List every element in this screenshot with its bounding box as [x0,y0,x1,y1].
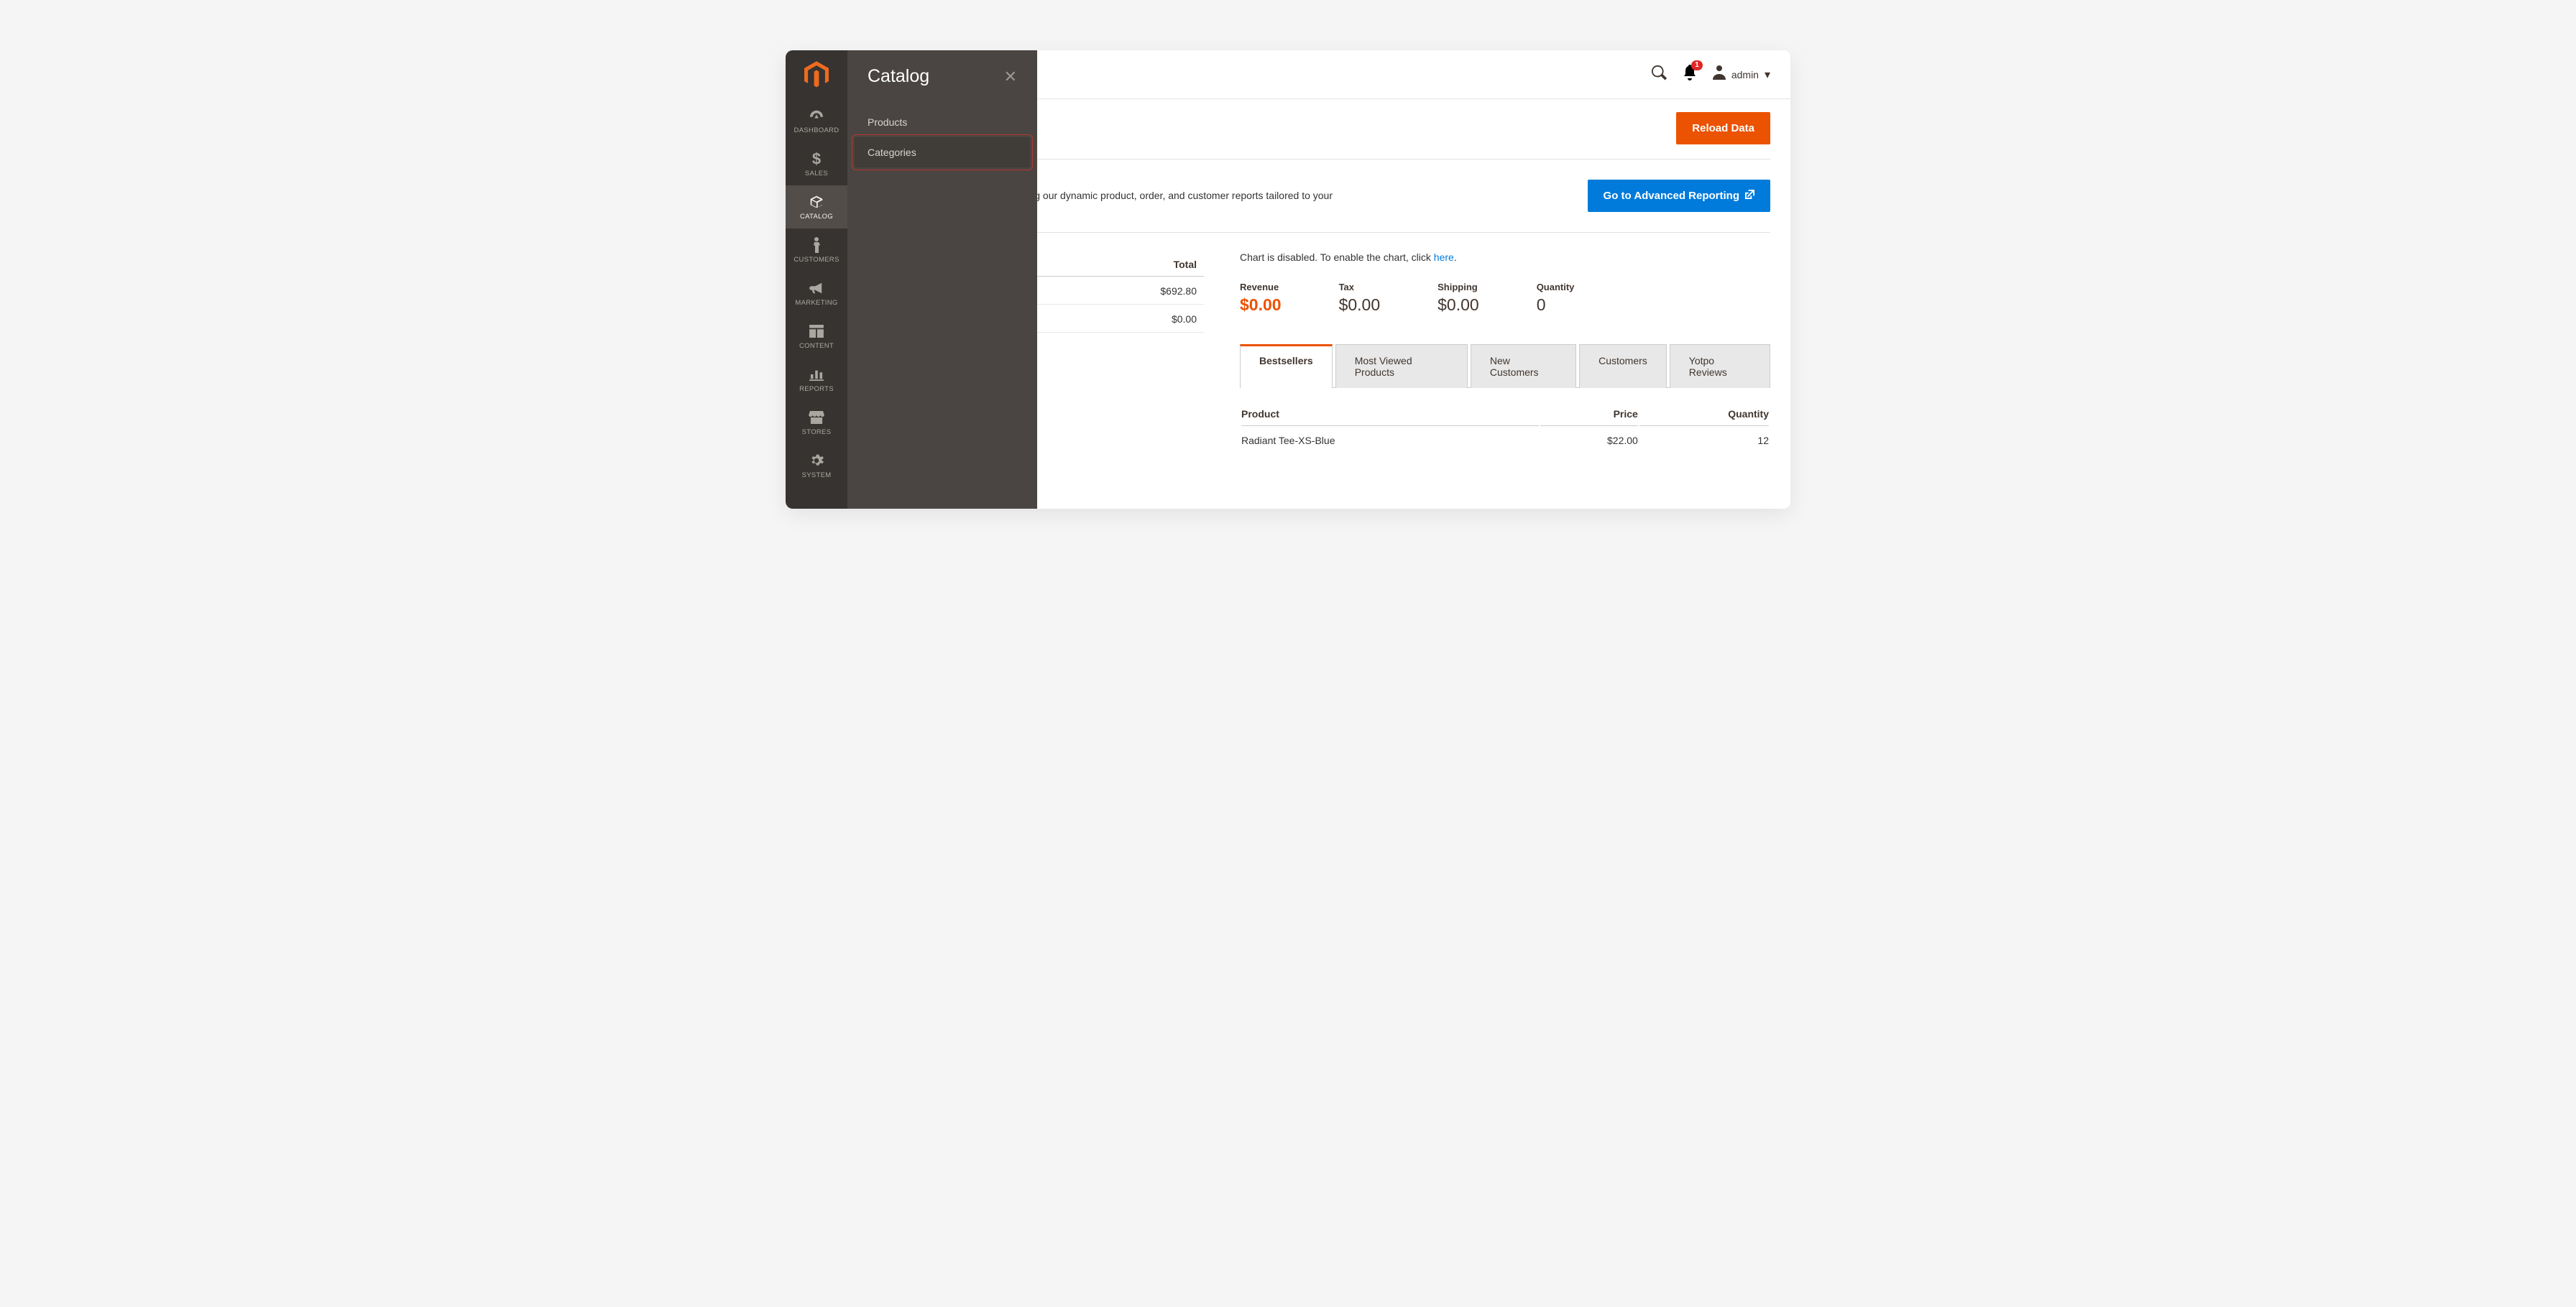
metrics-row: Revenue$0.00 Tax$0.00 Shipping$0.00 Quan… [1240,282,1770,315]
bell-icon [1683,71,1697,83]
tab-customers[interactable]: Customers [1579,344,1667,388]
nav-label: STORES [802,428,832,436]
nav-label: CUSTOMERS [794,256,839,264]
tab-new-customers[interactable]: New Customers [1471,344,1576,388]
tab-yotpo[interactable]: Yotpo Reviews [1670,344,1770,388]
magento-logo[interactable] [786,50,847,99]
layout-icon [809,323,824,339]
notifications[interactable]: 1 [1683,65,1697,84]
app-shell: DASHBOARD $ SALES CATALOG CUSTOMERS MARKE… [786,50,1790,509]
col-product: Product [1241,402,1539,426]
user-icon [1713,65,1726,83]
gauge-icon [809,108,824,124]
nav-marketing[interactable]: MARKETING [786,272,847,315]
nav-label: REPORTS [799,385,834,393]
user-menu[interactable]: admin ▾ [1713,65,1770,83]
nav-system[interactable]: SYSTEM [786,444,847,487]
metric-tax: Tax$0.00 [1339,282,1381,315]
col-price: Price [1540,402,1638,426]
gear-icon [809,453,824,468]
nav-dashboard[interactable]: DASHBOARD [786,99,847,142]
close-icon[interactable]: ✕ [1004,68,1017,86]
nav-stores[interactable]: STORES [786,401,847,444]
advanced-reporting-button[interactable]: Go to Advanced Reporting [1588,180,1770,212]
chevron-down-icon: ▾ [1765,68,1770,82]
metric-quantity: Quantity0 [1537,282,1575,315]
col-total: Total [1018,253,1204,277]
tab-most-viewed[interactable]: Most Viewed Products [1335,344,1468,388]
flyout-item-products[interactable]: Products [855,107,1030,137]
nav-content[interactable]: CONTENT [786,315,847,358]
tab-bestsellers[interactable]: Bestsellers [1240,344,1333,388]
dashboard-tabs: Bestsellers Most Viewed Products New Cus… [1240,343,1770,388]
chart-disabled-notice: Chart is disabled. To enable the chart, … [1240,251,1770,263]
table-row[interactable]: Radiant Tee-XS-Blue $22.00 12 [1241,428,1769,453]
nav-label: SALES [805,170,828,177]
nav-reports[interactable]: REPORTS [786,358,847,401]
magento-logo-icon [804,61,829,88]
catalog-flyout: Catalog ✕ Products Categories [847,50,1037,509]
reload-data-button[interactable]: Reload Data [1676,112,1770,144]
store-icon [809,410,824,425]
notification-badge: 1 [1691,60,1703,70]
button-label: Go to Advanced Reporting [1604,190,1739,202]
nav-sales[interactable]: $ SALES [786,142,847,185]
person-icon [811,237,822,253]
metric-revenue: Revenue$0.00 [1240,282,1282,315]
col-quantity: Quantity [1639,402,1769,426]
external-link-icon [1745,190,1754,202]
dollar-icon: $ [811,151,822,167]
flyout-item-categories[interactable]: Categories [855,137,1030,167]
metric-shipping: Shipping$0.00 [1438,282,1479,315]
bestsellers-table: Product Price Quantity Radiant Tee-XS-Bl… [1240,401,1770,455]
username: admin [1731,69,1759,80]
megaphone-icon [809,280,824,296]
nav-label: MARKETING [795,299,837,307]
flyout-title: Catalog [868,66,929,87]
nav-label: CONTENT [799,342,834,350]
search-icon[interactable] [1651,65,1667,84]
sidebar: DASHBOARD $ SALES CATALOG CUSTOMERS MARKE… [786,50,847,509]
enable-chart-link[interactable]: here [1434,251,1454,263]
nav-label: SYSTEM [802,471,832,479]
nav-customers[interactable]: CUSTOMERS [786,228,847,272]
svg-text:$: $ [812,151,821,167]
nav-label: DASHBOARD [794,126,840,134]
nav-catalog[interactable]: CATALOG [786,185,847,228]
box-icon [809,194,824,210]
bars-icon [809,366,824,382]
nav-label: CATALOG [800,213,833,221]
